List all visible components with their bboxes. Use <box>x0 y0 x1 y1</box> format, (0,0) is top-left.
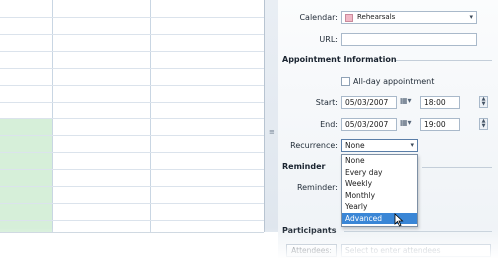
calendar-color-swatch <box>345 14 353 22</box>
recurrence-dropdown-list[interactable]: None Every day Weekly Monthly Yearly Adv… <box>341 154 418 227</box>
section-divider <box>422 167 492 168</box>
all-day-label: All-day appointment <box>353 77 435 86</box>
attendees-placeholder: Select to enter attendees <box>345 246 441 255</box>
splitter-grip-icon: ≡ <box>269 128 275 136</box>
recurrence-option[interactable]: Yearly <box>342 201 417 213</box>
grid-row-line <box>0 34 264 35</box>
grid-row-line <box>0 102 264 103</box>
calendar-picker-icon[interactable]: ▦▾ <box>400 118 414 130</box>
all-day-checkbox[interactable] <box>341 77 350 86</box>
section-title: Participants <box>282 226 337 235</box>
calendar-label: Calendar: <box>299 13 338 22</box>
url-input[interactable] <box>341 33 477 46</box>
url-label: URL: <box>319 35 338 44</box>
recurrence-option[interactable]: Monthly <box>342 190 417 202</box>
attendees-input[interactable]: Select to enter attendees <box>341 244 491 257</box>
grid-row-line <box>0 118 264 119</box>
section-appointment-information: Appointment Information <box>282 55 492 64</box>
calendar-picker-icon[interactable]: ▦▾ <box>400 96 414 108</box>
start-date-input[interactable]: 05/03/2007 <box>341 96 397 109</box>
chevron-down-icon: ▾ <box>410 141 414 149</box>
start-date-value: 05/03/2007 <box>345 98 389 107</box>
reminder-label: Reminder: <box>296 183 338 192</box>
section-divider <box>396 60 492 61</box>
grid-row-line <box>0 220 264 221</box>
grid-row-line <box>0 51 264 52</box>
grid-row-line <box>0 169 264 170</box>
recurrence-option[interactable]: Every day <box>342 167 417 179</box>
calendar-grid[interactable] <box>0 0 264 233</box>
section-title: Reminder <box>282 162 326 171</box>
recurrence-select[interactable]: None ▾ <box>341 139 418 152</box>
end-time-spinner-icon[interactable]: ▲ ▼ <box>479 118 488 130</box>
chevron-down-icon: ▾ <box>469 13 473 21</box>
attendees-button[interactable]: Attendees: <box>286 244 337 257</box>
section-divider <box>344 231 492 232</box>
grid-row-line <box>0 152 264 153</box>
calendar-select[interactable]: Rehearsals ▾ <box>341 11 477 24</box>
grid-row-line <box>0 85 264 86</box>
end-time-value: 19:00 <box>424 120 446 129</box>
start-label: Start: <box>315 98 338 107</box>
recurrence-option[interactable]: Weekly <box>342 178 417 190</box>
start-time-input[interactable]: 18:00 <box>420 96 460 109</box>
screenshot-stage: ≡ Calendar: Rehearsals ▾ URL: Appointmen… <box>0 0 498 258</box>
calendar-select-value: Rehearsals <box>357 13 396 21</box>
recurrence-option-highlighted[interactable]: Advanced <box>342 212 417 224</box>
grid-row-line <box>0 186 264 187</box>
start-time-spinner-icon[interactable]: ▲ ▼ <box>479 96 488 108</box>
mouse-cursor-icon <box>394 213 404 227</box>
end-date-value: 05/03/2007 <box>345 120 389 129</box>
end-label: End: <box>320 120 338 129</box>
start-time-value: 18:00 <box>424 98 446 107</box>
end-time-input[interactable]: 19:00 <box>420 118 460 131</box>
grid-row-line <box>0 17 264 18</box>
grid-row-line <box>0 203 264 204</box>
section-title: Appointment Information <box>282 55 397 64</box>
recurrence-select-value: None <box>345 141 365 150</box>
section-participants: Participants <box>282 226 492 235</box>
recurrence-label: Recurrence: <box>290 141 338 150</box>
end-date-input[interactable]: 05/03/2007 <box>341 118 397 131</box>
grid-row-line <box>0 68 264 69</box>
recurrence-option[interactable]: None <box>342 155 417 167</box>
grid-row-line <box>0 135 264 136</box>
